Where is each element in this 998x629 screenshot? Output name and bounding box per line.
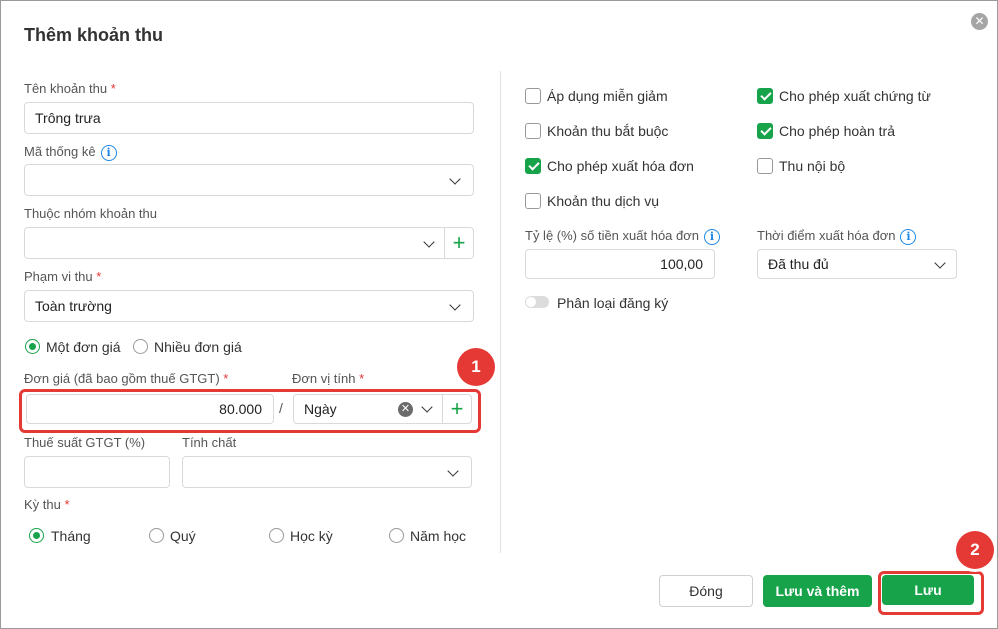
chevron-down-icon [934, 257, 946, 269]
unit-price-label: Đơn giá (đã bao gồm thuế GTGT) * [24, 371, 229, 386]
step-badge-1: 1 [457, 348, 495, 386]
checkbox-allow-voucher-label: Cho phép xuất chứng từ [779, 88, 931, 104]
chevron-down-icon [447, 465, 459, 477]
radio-period-month[interactable] [29, 528, 44, 543]
stat-code-label: Mã thống kê i [24, 144, 117, 161]
fee-group-label: Thuộc nhóm khoản thu [24, 206, 157, 221]
vat-label: Thuế suất GTGT (%) [24, 435, 146, 450]
checkbox-apply-discount[interactable] [525, 88, 541, 104]
radio-period-year[interactable] [389, 528, 404, 543]
fee-name-input[interactable]: Trông trưa [24, 102, 474, 134]
clear-icon[interactable]: ✕ [398, 402, 413, 417]
fee-name-label: Tên khoản thu * [24, 81, 116, 96]
radio-period-quarter-label: Quý [170, 528, 196, 544]
dialog-title: Thêm khoản thu [24, 25, 163, 45]
slash-separator: / [279, 400, 283, 416]
radio-single-price-label: Một đơn giá [46, 339, 121, 355]
add-unit-plus-icon[interactable]: + [443, 395, 471, 423]
radio-period-year-label: Năm học [410, 528, 467, 544]
period-label: Kỳ thu * [24, 497, 70, 512]
close-button[interactable]: Đóng [659, 575, 753, 607]
checkbox-internal-fee[interactable] [757, 158, 773, 174]
info-icon[interactable]: i [704, 228, 720, 245]
fee-name-value: Trông trưa [35, 110, 101, 126]
invoice-time-label: Thời điểm xuất hóa đơn i [757, 228, 917, 245]
invoice-rate-label: Tỷ lệ (%) số tiền xuất hóa đơn i [525, 228, 720, 245]
info-icon[interactable]: i [900, 228, 917, 245]
add-fee-dialog: Thêm khoản thu ✕ Tên khoản thu * Trông t… [0, 0, 998, 629]
checkbox-allow-invoice-label: Cho phép xuất hóa đơn [547, 158, 694, 174]
checkbox-allow-invoice[interactable] [525, 158, 541, 174]
nature-label: Tính chất [182, 435, 237, 450]
invoice-time-value: Đã thu đủ [768, 256, 829, 272]
scope-value: Toàn trường [35, 298, 112, 314]
checkbox-allow-refund-label: Cho phép hoàn trả [779, 123, 895, 139]
radio-period-semester[interactable] [269, 528, 284, 543]
invoice-rate-value: 100,00 [660, 256, 703, 272]
info-icon[interactable]: i [100, 144, 117, 161]
unit-select[interactable]: Ngày ✕ + [293, 394, 472, 424]
unit-value: Ngày [304, 401, 337, 417]
checkbox-service-fee[interactable] [525, 193, 541, 209]
radio-period-semester-label: Học kỳ [290, 528, 333, 544]
checkbox-mandatory-fee-label: Khoản thu bắt buộc [547, 123, 669, 139]
checkbox-mandatory-fee[interactable] [525, 123, 541, 139]
registration-toggle[interactable] [525, 296, 549, 308]
vat-input[interactable] [24, 456, 170, 488]
add-group-plus-icon[interactable]: + [445, 229, 473, 257]
checkbox-apply-discount-label: Áp dụng miễn giảm [547, 88, 668, 104]
nature-select[interactable] [182, 456, 472, 488]
chevron-down-icon [423, 236, 435, 248]
column-divider [500, 71, 501, 553]
unit-label: Đơn vị tính * [292, 371, 365, 386]
radio-multi-price-label: Nhiều đơn giá [154, 339, 242, 355]
save-and-add-button[interactable]: Lưu và thêm [763, 575, 872, 607]
chevron-down-icon [421, 401, 433, 413]
radio-multi-price[interactable] [133, 339, 148, 354]
save-button[interactable]: Lưu [882, 575, 974, 605]
scope-label: Phạm vi thu * [24, 269, 102, 284]
chevron-down-icon [449, 299, 461, 311]
unit-price-value: 80.000 [219, 401, 262, 417]
step-badge-2: 2 [956, 531, 994, 569]
unit-price-input[interactable]: 80.000 [26, 394, 274, 424]
scope-select[interactable]: Toàn trường [24, 290, 474, 322]
radio-period-quarter[interactable] [149, 528, 164, 543]
stat-code-select[interactable] [24, 164, 474, 196]
close-icon[interactable]: ✕ [971, 13, 988, 30]
radio-period-month-label: Tháng [51, 528, 91, 544]
radio-single-price[interactable] [25, 339, 40, 354]
invoice-time-select[interactable]: Đã thu đủ [757, 249, 957, 279]
chevron-down-icon [449, 173, 461, 185]
checkbox-internal-fee-label: Thu nội bộ [779, 158, 846, 174]
fee-group-select[interactable]: + [24, 227, 474, 259]
checkbox-allow-refund[interactable] [757, 123, 773, 139]
registration-toggle-label: Phân loại đăng ký [557, 295, 669, 311]
invoice-rate-input[interactable]: 100,00 [525, 249, 715, 279]
checkbox-service-fee-label: Khoản thu dịch vụ [547, 193, 660, 209]
checkbox-allow-voucher[interactable] [757, 88, 773, 104]
